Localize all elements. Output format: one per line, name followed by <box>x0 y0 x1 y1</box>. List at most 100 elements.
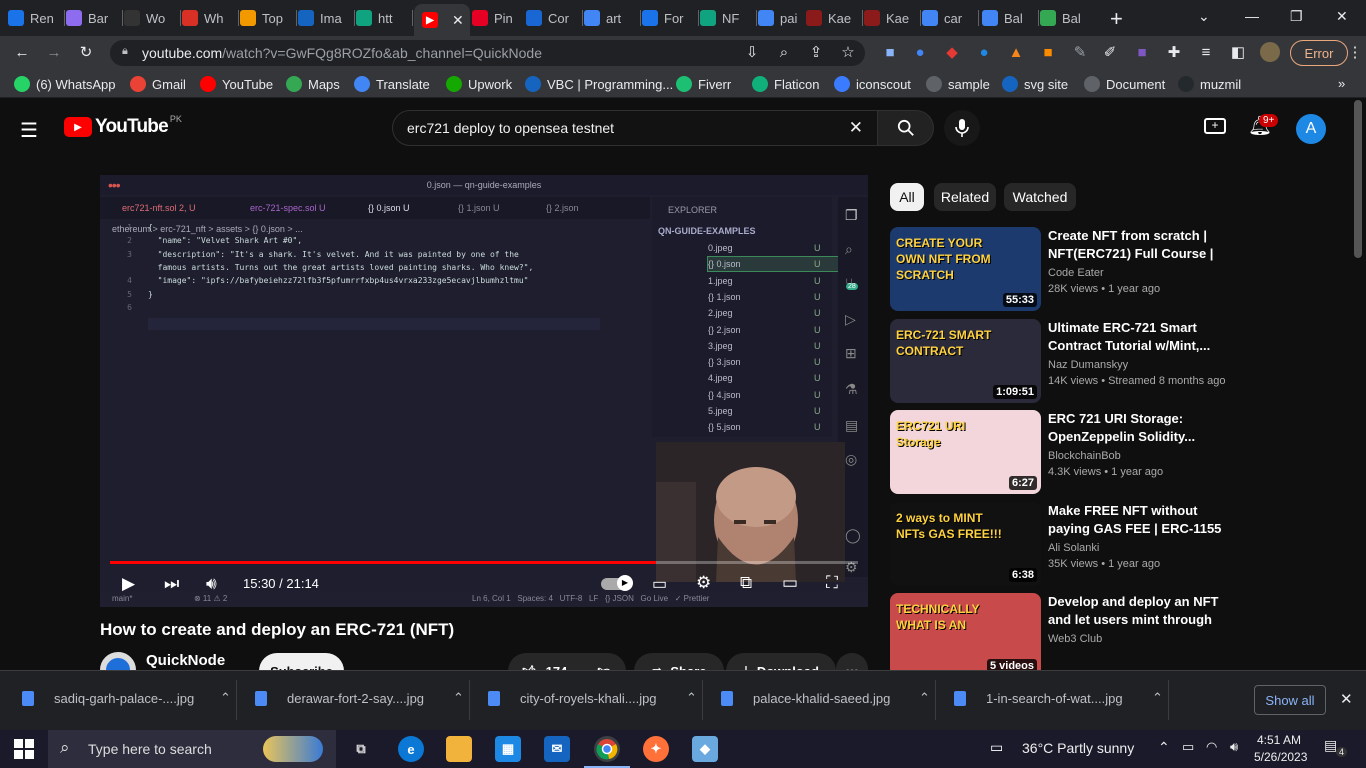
clock-date[interactable]: 5/26/2023 <box>1254 750 1307 764</box>
back-icon[interactable]: ← <box>12 42 32 62</box>
lock-icon[interactable]: 🔒︎ <box>122 45 128 58</box>
subtitles-icon[interactable]: ▭ <box>652 574 667 594</box>
sidepanel-icon[interactable]: ◧ <box>1228 42 1248 62</box>
bookmark-star-icon[interactable]: ☆ <box>838 42 858 62</box>
download-item[interactable]: 1-in-search-of-wat....jpg ⌃ <box>954 690 1163 706</box>
bookmark-item[interactable]: (6) WhatsApp <box>14 76 115 92</box>
bookmark-item[interactable]: sample <box>926 76 990 92</box>
browser-tab[interactable]: Cor <box>526 6 578 30</box>
download-item[interactable]: sadiq-garh-palace-....jpg ⌃ <box>22 690 231 706</box>
extension-icon[interactable]: ✎ <box>1070 42 1090 62</box>
browser-tab[interactable]: Ima <box>298 6 350 30</box>
profile-avatar[interactable] <box>1260 42 1280 62</box>
video-thumbnail[interactable]: ERC721 URI Storage 6:27 <box>890 410 1041 494</box>
file-explorer-icon[interactable] <box>446 736 472 762</box>
video-thumbnail[interactable]: CREATE YOUR OWN NFT FROM SCRATCH 55:33 <box>890 227 1041 311</box>
restore-icon[interactable]: ❐ <box>1290 8 1303 25</box>
mail-icon[interactable]: ✉ <box>544 736 570 762</box>
reload-icon[interactable]: ↻ <box>76 42 96 62</box>
filter-chip[interactable]: All <box>890 183 924 211</box>
windows-start-icon[interactable] <box>14 739 34 764</box>
video-thumbnail[interactable]: 2 ways to MINT NFTs GAS FREE!!! 6:38 <box>890 501 1041 586</box>
video-thumbnail[interactable]: TECHNICALLY WHAT IS AN 5 videos <box>890 593 1041 677</box>
recommended-video[interactable]: ERC-721 SMART CONTRACT 1:09:51 Ultimate ER… <box>890 318 1360 403</box>
bookmark-item[interactable]: VBC | Programming... <box>525 76 673 92</box>
reading-list-icon[interactable]: ≡ <box>1196 42 1216 62</box>
minimize-icon[interactable]: — <box>1245 8 1259 24</box>
close-window-icon[interactable]: ✕ <box>1336 8 1348 25</box>
taskbar-search[interactable]: ⌕ Type here to search <box>48 730 336 768</box>
zoom-icon[interactable]: ⌕ <box>774 42 794 62</box>
bookmark-item[interactable]: Flaticon <box>752 76 820 92</box>
browser-tab[interactable]: NF <box>700 6 752 30</box>
close-downloads-icon[interactable]: ✕ <box>1340 690 1353 708</box>
download-item[interactable]: palace-khalid-saeed.jpg ⌃ <box>721 690 930 706</box>
browser-tab[interactable]: Pin <box>472 6 524 30</box>
bookmark-item[interactable]: Translate <box>354 76 430 92</box>
video-player[interactable]: ••• 0.json — qn-guide-examples erc721-nf… <box>100 175 868 607</box>
browser-tab[interactable]: Bal <box>1040 6 1092 30</box>
recommended-video[interactable]: TECHNICALLY WHAT IS AN 5 videos Develop an… <box>890 593 1360 677</box>
app-icon[interactable]: ◆ <box>692 736 718 762</box>
bookmark-item[interactable]: YouTube <box>200 76 273 92</box>
weather-icon[interactable]: ▭ <box>990 739 1003 756</box>
puzzle-icon[interactable]: ✚ <box>1164 42 1184 62</box>
error-button[interactable]: Error <box>1290 40 1348 66</box>
browser-tab[interactable]: Bal <box>982 6 1034 30</box>
clear-search-icon[interactable]: ✕ <box>849 118 863 138</box>
wifi-icon[interactable]: ◠ <box>1206 739 1217 755</box>
next-button[interactable]: ⏭ <box>164 574 179 594</box>
tray-chevron-icon[interactable]: ⌃ <box>1158 739 1170 756</box>
more-bookmarks-icon[interactable]: » <box>1338 76 1345 91</box>
browser-tab[interactable]: Top <box>240 6 292 30</box>
browser-tab[interactable]: Wh <box>182 6 234 30</box>
recommended-video[interactable]: 2 ways to MINT NFTs GAS FREE!!! 6:38 Make … <box>890 501 1360 586</box>
pen-icon[interactable]: ✐ <box>1100 42 1120 62</box>
search-input[interactable]: erc721 deploy to opensea testnet ✕ <box>392 110 878 146</box>
forward-icon[interactable]: → <box>44 42 64 62</box>
youtube-logo[interactable]: ▶ YouTube PK <box>64 114 182 138</box>
extension-icon[interactable]: ■ <box>880 42 900 62</box>
bookmark-item[interactable]: Gmail <box>130 76 186 92</box>
recommended-video[interactable]: ERC721 URI Storage 6:27 ERC 721 URI Storag… <box>890 410 1360 494</box>
settings-gear-icon[interactable]: ⚙ <box>696 573 711 593</box>
firefox-icon[interactable]: ✦ <box>643 736 669 762</box>
show-all-button[interactable]: Show all <box>1254 685 1326 715</box>
weather-text[interactable]: 36°C Partly sunny <box>1022 740 1134 756</box>
task-view-icon[interactable]: ⧉ <box>348 736 374 762</box>
miniplayer-icon[interactable]: ⧉ <box>740 573 752 593</box>
volume-icon[interactable]: 🔊︎ <box>1230 739 1238 755</box>
filter-chip[interactable]: Watched <box>1004 183 1076 211</box>
bookmark-item[interactable]: Maps <box>286 76 340 92</box>
tab-search-icon[interactable]: ⌄ <box>1198 8 1210 25</box>
browser-tab[interactable]: Kae <box>864 6 916 30</box>
extension-icon[interactable]: ● <box>974 42 994 62</box>
share-icon[interactable]: ⇪ <box>806 42 826 62</box>
theater-mode-icon[interactable]: ▭ <box>782 573 798 593</box>
recommended-video[interactable]: CREATE YOUR OWN NFT FROM SCRATCH 55:33 Cre… <box>890 227 1360 311</box>
browser-tab[interactable]: Kae <box>806 6 858 30</box>
bookmark-item[interactable]: muzmil <box>1178 76 1241 92</box>
extension-icon[interactable]: ■ <box>1038 42 1058 62</box>
install-icon[interactable]: ⇩ <box>742 42 762 62</box>
menu-dots-icon[interactable]: ⋮ <box>1348 42 1363 62</box>
search-button[interactable] <box>878 110 934 146</box>
bookmark-item[interactable]: iconscout <box>834 76 911 92</box>
page-scrollbar[interactable] <box>1354 100 1362 258</box>
extension-icon[interactable]: ◆ <box>942 42 962 62</box>
bookmark-item[interactable]: svg site <box>1002 76 1068 92</box>
download-options-icon[interactable]: ⌃ <box>686 690 697 706</box>
download-item[interactable]: city-of-royels-khali....jpg ⌃ <box>488 690 697 706</box>
tab-active-youtube[interactable]: ▶ ✕ <box>414 4 470 36</box>
bookmark-item[interactable]: Fiverr <box>676 76 731 92</box>
chrome-icon[interactable] <box>594 736 620 762</box>
bookmark-item[interactable]: Upwork <box>446 76 512 92</box>
browser-tab[interactable]: Bar <box>66 6 118 30</box>
extension-icon[interactable]: ● <box>910 42 930 62</box>
channel-name[interactable]: QuickNode <box>146 652 225 669</box>
play-button[interactable]: ▶ <box>122 574 135 594</box>
browser-tab[interactable]: For <box>642 6 694 30</box>
hamburger-menu-icon[interactable]: ☰ <box>20 118 38 143</box>
extension-icon[interactable]: ■ <box>1132 42 1152 62</box>
clock-time[interactable]: 4:51 AM <box>1256 733 1302 747</box>
